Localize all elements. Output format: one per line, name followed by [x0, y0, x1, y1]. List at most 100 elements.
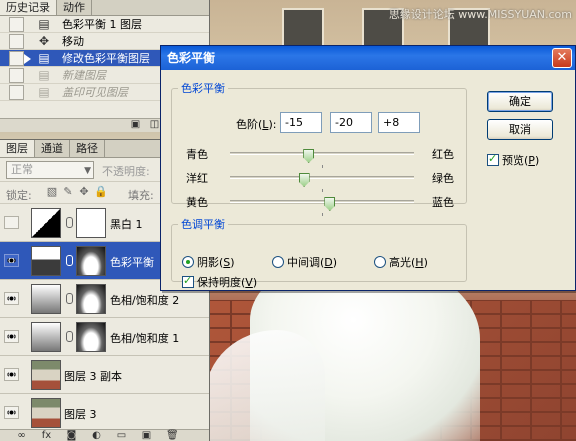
new-layer-icon[interactable]: ▣ — [141, 431, 152, 441]
history-item-label: 色彩平衡 1 图层 — [62, 18, 142, 31]
eye-icon[interactable] — [4, 292, 19, 305]
radio-dot[interactable] — [182, 256, 194, 268]
ok-button[interactable]: 确定 — [487, 91, 553, 112]
lock-pixels-icon[interactable]: ✎ — [62, 186, 74, 198]
slider-left-label: 黄色 — [186, 196, 208, 209]
checkbox-box[interactable] — [182, 274, 194, 288]
blend-mode-value: 正常 — [11, 163, 33, 176]
cancel-button[interactable]: 取消 — [487, 119, 553, 140]
history-brush-slot[interactable] — [9, 34, 24, 49]
mask-thumbnail[interactable] — [76, 208, 106, 238]
history-brush-slot[interactable] — [9, 85, 24, 100]
color-balance-dialog: 色彩平衡 ✕ 色彩平衡 色阶(L): 青色 红色 洋红 绿色 黄色 — [160, 45, 576, 291]
levels-yellow-blue-input[interactable] — [378, 112, 420, 133]
mask-thumbnail[interactable] — [76, 246, 106, 276]
adjustment-layer-icon[interactable]: ◐ — [91, 431, 102, 441]
levels-magenta-green-input[interactable] — [330, 112, 372, 133]
link-icon[interactable] — [66, 255, 73, 266]
radio-tail: ) — [423, 256, 428, 269]
close-button[interactable]: ✕ — [552, 48, 572, 68]
link-icon[interactable] — [66, 217, 73, 228]
tab-history[interactable]: 历史记录 — [0, 0, 57, 15]
eye-icon[interactable] — [4, 254, 19, 267]
highlights-radio[interactable]: 高光(H) — [374, 254, 428, 270]
color-balance-group: 色彩平衡 色阶(L): 青色 红色 洋红 绿色 黄色 — [171, 80, 467, 216]
history-brush-slot[interactable] — [9, 51, 24, 66]
slider-thumb[interactable] — [298, 173, 310, 187]
color-balance-thumbnail-icon — [31, 246, 61, 276]
slider-track[interactable] — [230, 149, 414, 168]
tab-layers[interactable]: 图层 — [0, 140, 35, 157]
midtones-radio[interactable]: 中间调(D) — [272, 254, 337, 270]
link-icon[interactable] — [66, 293, 73, 304]
link-layers-icon[interactable]: ∞ — [16, 431, 27, 441]
checkbox-hotkey: V — [245, 276, 253, 289]
layer-row[interactable]: 色相/饱和度 1 — [0, 318, 209, 356]
preserve-luminosity-checkbox[interactable]: 保持明度(V) — [182, 274, 257, 290]
preview-checkbox[interactable]: 预览(P) — [487, 152, 539, 168]
eye-icon[interactable] — [4, 368, 19, 381]
slider-track[interactable] — [230, 173, 414, 192]
radio-label: 阴影( — [197, 256, 224, 269]
blend-mode-select[interactable]: 正常 ▼ — [6, 161, 94, 179]
tab-paths[interactable]: 路径 — [70, 140, 105, 157]
layer-row[interactable]: 图层 3 副本 — [0, 356, 209, 394]
history-brush-slot[interactable] — [9, 68, 24, 83]
chevron-down-icon: ▼ — [84, 166, 91, 176]
radio-dot[interactable] — [272, 256, 284, 268]
lock-label: 锁定: — [6, 189, 32, 202]
levels-label-text: 色阶( — [236, 118, 263, 131]
trash-icon[interactable]: 🗑 — [166, 431, 179, 441]
tab-channels[interactable]: 通道 — [35, 140, 70, 157]
adjustment-thumbnail-icon — [31, 208, 61, 238]
link-icon[interactable] — [66, 331, 73, 342]
new-document-from-state-icon[interactable]: ▣ — [130, 120, 141, 130]
checkbox-tail: ) — [252, 276, 258, 289]
layer-row[interactable]: 图层 3 — [0, 394, 209, 432]
lock-transparency-icon[interactable]: ▧ — [46, 186, 58, 198]
radio-label: 中间调( — [287, 256, 325, 269]
lock-all-icon[interactable]: 🔒 — [94, 186, 108, 198]
layer-name: 图层 3 副本 — [64, 370, 122, 383]
lock-position-icon[interactable]: ✥ — [78, 186, 90, 198]
new-snapshot-icon[interactable]: ◫ — [149, 120, 160, 130]
tab-actions[interactable]: 动作 — [57, 0, 92, 15]
dialog-title: 色彩平衡 — [167, 51, 216, 65]
tone-balance-group-label: 色调平衡 — [181, 218, 225, 231]
cyan-red-slider[interactable]: 青色 红色 — [186, 144, 454, 168]
eye-icon[interactable] — [4, 406, 19, 419]
eye-icon[interactable] — [4, 330, 19, 343]
watermark: 思缘设计论坛 www.MISSYUAN.com — [388, 8, 572, 21]
radio-hotkey: D — [324, 256, 333, 269]
history-item[interactable]: ▤ 色彩平衡 1 图层 — [0, 16, 209, 33]
slider-thumb[interactable] — [324, 197, 336, 211]
slider-right-label: 红色 — [432, 148, 454, 161]
layer-style-icon[interactable]: fx — [41, 431, 52, 441]
slider-right-label: 蓝色 — [432, 196, 454, 209]
radio-tail: ) — [332, 256, 338, 269]
history-item-label: 盖印可见图层 — [62, 86, 128, 99]
checkbox-box[interactable] — [487, 152, 499, 166]
slider-left-label: 洋红 — [186, 172, 208, 185]
mask-thumbnail[interactable] — [76, 284, 106, 314]
slider-left-label: 青色 — [186, 148, 208, 161]
visibility-toggle[interactable] — [4, 216, 19, 229]
history-tabs: 历史记录 动作 — [0, 0, 209, 16]
yellow-blue-slider[interactable]: 黄色 蓝色 — [186, 192, 454, 216]
levels-cyan-red-input[interactable] — [280, 112, 322, 133]
shadows-radio[interactable]: 阴影(S) — [182, 254, 235, 270]
hue-saturation-thumbnail-icon — [31, 322, 61, 352]
image-thumbnail — [31, 360, 61, 390]
history-brush-slot[interactable] — [9, 17, 24, 32]
slider-thumb[interactable] — [303, 149, 315, 163]
mask-thumbnail[interactable] — [76, 322, 106, 352]
radio-dot[interactable] — [374, 256, 386, 268]
add-mask-icon[interactable]: ◙ — [66, 431, 77, 441]
magenta-green-slider[interactable]: 洋红 绿色 — [186, 168, 454, 192]
new-group-icon[interactable]: ▭ — [116, 431, 127, 441]
dialog-titlebar[interactable]: 色彩平衡 ✕ — [161, 46, 575, 70]
image-thumbnail — [31, 398, 61, 428]
layer-name: 色彩平衡 — [110, 256, 154, 269]
radio-tail: ) — [230, 256, 235, 269]
slider-track[interactable] — [230, 197, 414, 216]
